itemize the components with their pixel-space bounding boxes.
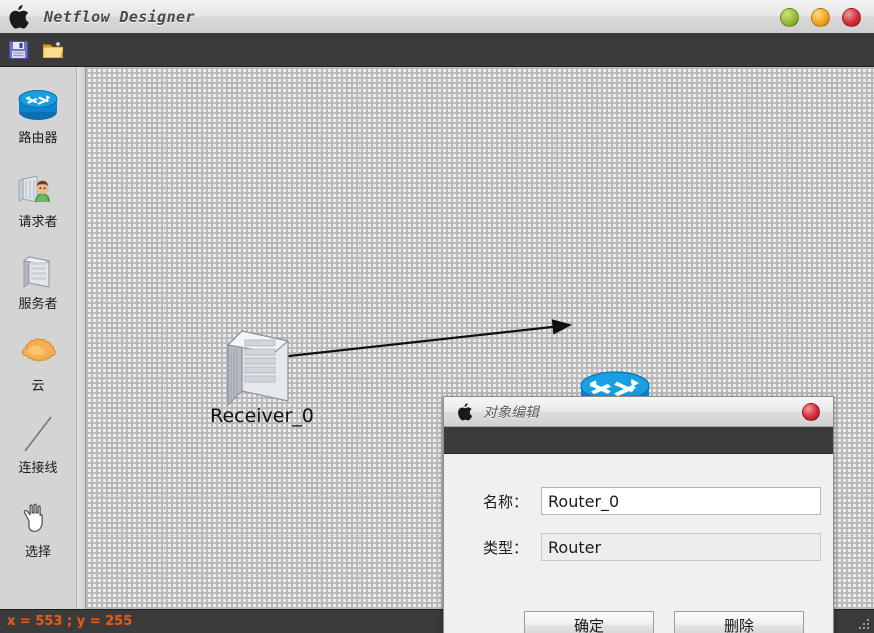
type-field-row: 类型：: [444, 533, 833, 561]
toolbar: [0, 33, 874, 67]
app-window: Netflow Designer 路由器 请求者 服务者 云 连接线 选择 Re…: [0, 0, 874, 633]
dialog-title-bar: 对象编辑: [444, 397, 833, 427]
sidebar-item-label: 服务者: [18, 297, 58, 312]
open-folder-button[interactable]: [41, 38, 65, 62]
sidebar-item-label: 云: [31, 379, 45, 394]
dialog-title: 对象编辑: [483, 404, 539, 421]
canvas-node-receiver[interactable]: Receiver_0: [210, 309, 314, 427]
object-edit-dialog[interactable]: 对象编辑 名称： 类型： 确定 删除: [443, 396, 834, 633]
name-field-label: 名称：: [482, 492, 528, 511]
type-input: [541, 533, 821, 561]
hand-select-icon: [10, 495, 66, 539]
server-tower-icon: [226, 329, 290, 407]
sidebar-item-label: 选择: [24, 545, 51, 560]
minimize-button[interactable]: [780, 8, 799, 27]
resize-grip-icon[interactable]: [855, 615, 871, 631]
dialog-button-row: 确定 删除: [444, 611, 833, 633]
sidebar-item-server[interactable]: 服务者: [0, 247, 76, 323]
tool-palette: 路由器 请求者 服务者 云 连接线 选择: [0, 67, 77, 610]
requester-icon: [10, 165, 66, 209]
maximize-button[interactable]: [811, 8, 830, 27]
router-icon: [10, 81, 66, 125]
delete-button[interactable]: 删除: [674, 611, 804, 633]
cursor-coordinates: x = 553 ; y = 255: [7, 614, 133, 629]
server-icon: [10, 247, 66, 291]
save-button[interactable]: [7, 38, 31, 62]
close-button[interactable]: [842, 8, 861, 27]
name-field-row: 名称：: [444, 487, 833, 515]
name-input[interactable]: [541, 487, 821, 515]
sidebar-item-connection-line[interactable]: 连接线: [0, 411, 76, 487]
sidebar-item-cloud[interactable]: 云: [0, 329, 76, 405]
connection-line-icon: [10, 411, 66, 455]
app-title: Netflow Designer: [44, 7, 195, 26]
sidebar-item-select[interactable]: 选择: [0, 495, 76, 571]
title-bar: Netflow Designer: [0, 0, 874, 34]
apple-logo-icon: [457, 402, 473, 421]
apple-logo-icon: [8, 4, 30, 29]
dialog-body: 名称： 类型： 确定 删除: [444, 454, 833, 633]
sidebar-splitter[interactable]: [77, 67, 86, 610]
close-icon[interactable]: [802, 403, 820, 421]
sidebar-item-requester[interactable]: 请求者: [0, 165, 76, 241]
canvas-node-caption: Receiver_0: [210, 405, 314, 427]
sidebar-item-label: 路由器: [18, 131, 58, 146]
confirm-button[interactable]: 确定: [524, 611, 654, 633]
sidebar-item-label: 连接线: [18, 461, 58, 476]
sidebar-item-router[interactable]: 路由器: [0, 81, 76, 157]
type-field-label: 类型：: [482, 538, 528, 557]
cloud-icon: [10, 329, 66, 373]
window-controls: [780, 8, 861, 27]
sidebar-item-label: 请求者: [18, 215, 58, 230]
dialog-toolbar-strip: [444, 427, 833, 454]
